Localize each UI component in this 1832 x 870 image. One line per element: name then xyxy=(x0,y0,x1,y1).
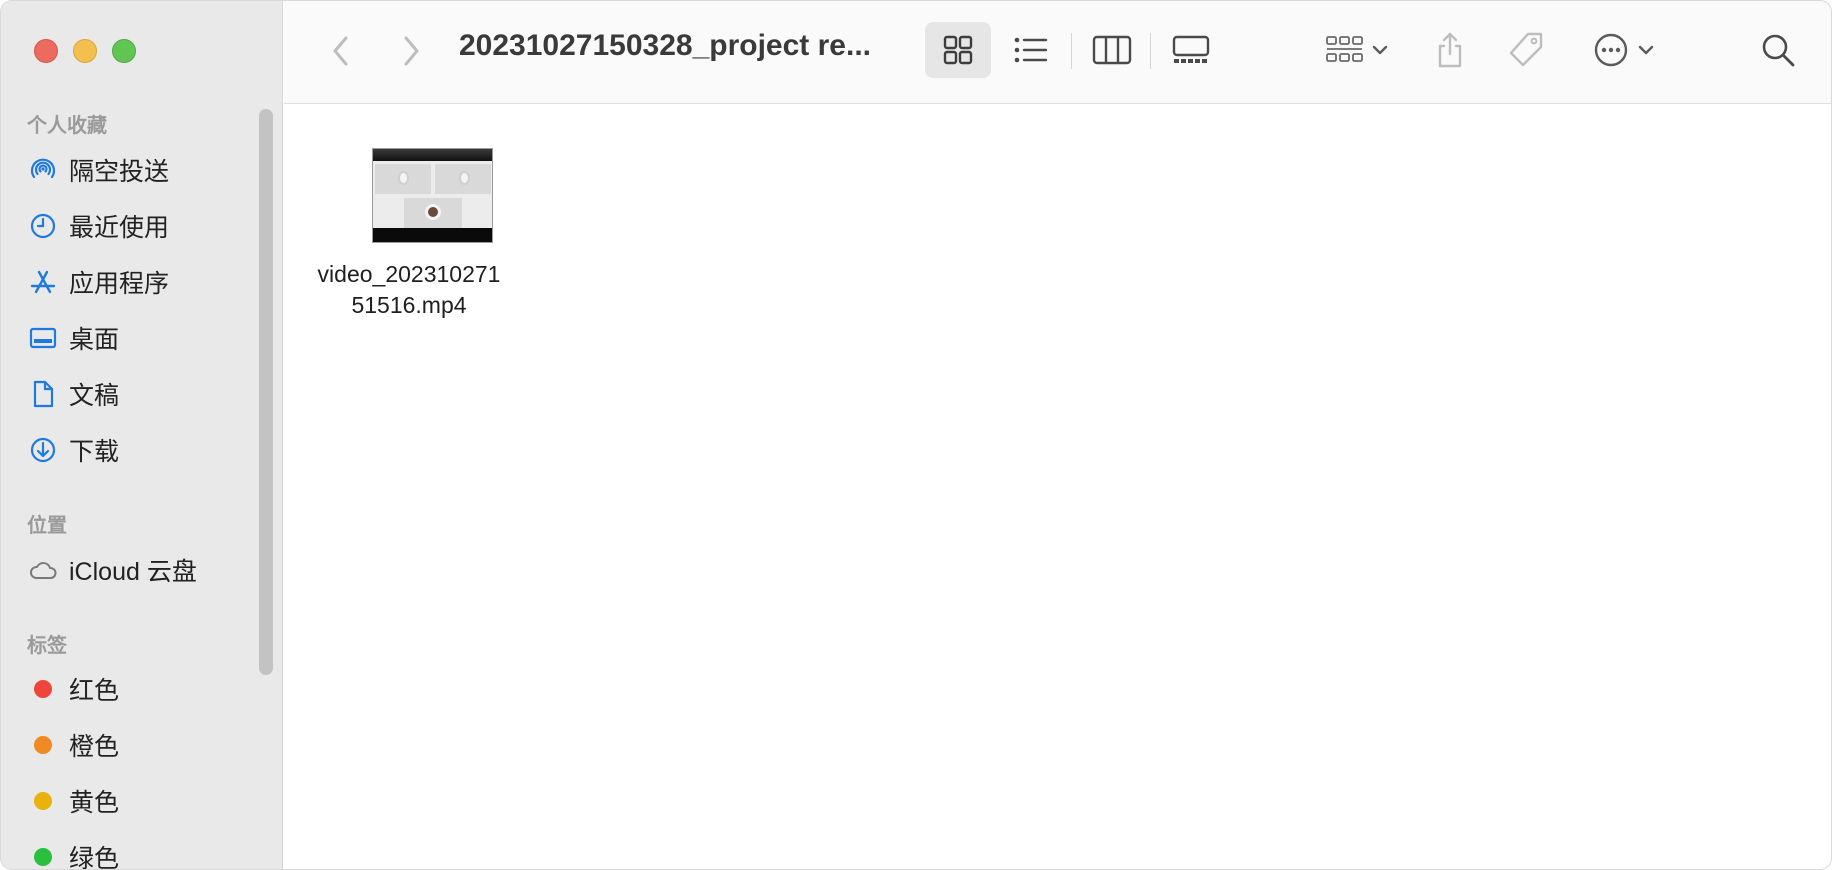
file-name-line: 51516.mp4 xyxy=(351,292,467,318)
sidebar-item-tag-green[interactable]: 绿色 xyxy=(27,835,257,870)
minimize-button[interactable] xyxy=(73,39,97,63)
tags-heading: 标签 xyxy=(27,635,67,657)
sidebar-item-documents[interactable]: 文稿 xyxy=(27,372,257,416)
file-name-line: video_202310271 xyxy=(317,261,501,287)
file-area[interactable]: video_202310271 51516.mp4 xyxy=(284,105,1831,869)
sidebar-item-tag-orange[interactable]: 橙色 xyxy=(27,723,257,767)
icon-view-button[interactable] xyxy=(925,22,991,78)
search-icon xyxy=(1762,34,1795,67)
forward-icon xyxy=(404,36,419,66)
video-thumbnail xyxy=(372,148,493,243)
sidebar-item-label: 绿色 xyxy=(69,845,120,870)
sidebar-item-downloads[interactable]: 下载 xyxy=(27,428,257,472)
back-button[interactable] xyxy=(321,31,361,71)
locations-heading: 位置 xyxy=(27,515,67,537)
sidebar-item-tag-red[interactable]: 红色 xyxy=(27,667,257,711)
sidebar-item-label: 隔空投送 xyxy=(69,158,170,186)
tag-color-dot-icon xyxy=(34,792,52,810)
sidebar-item-airdrop[interactable]: 隔空投送 xyxy=(27,148,257,192)
app-store-icon xyxy=(27,266,59,298)
sidebar-item-label: 文稿 xyxy=(69,382,120,410)
tag-color-dot-icon xyxy=(34,736,52,754)
list-view-button[interactable] xyxy=(998,22,1064,78)
sidebar: 个人收藏 隔空投送 最近使用 应用程序 桌面 文稿 下载 位置 iCloud 云… xyxy=(1,1,283,870)
tag-icon xyxy=(1509,32,1543,67)
group-icon xyxy=(1326,36,1363,62)
toolbar: 20231027150328_project re... xyxy=(284,1,1831,104)
search-button[interactable] xyxy=(1755,27,1801,73)
list-view-icon xyxy=(1014,37,1048,63)
sidebar-item-applications[interactable]: 应用程序 xyxy=(27,260,257,304)
window-controls xyxy=(34,39,136,63)
share-button[interactable] xyxy=(1424,22,1476,78)
window-title: 20231027150328_project re... xyxy=(459,29,871,62)
chevron-down-icon xyxy=(1638,45,1654,55)
icon-view-icon xyxy=(943,35,973,65)
sidebar-item-label: 橙色 xyxy=(69,733,120,761)
sidebar-item-label: 红色 xyxy=(69,677,120,705)
more-icon xyxy=(1594,33,1628,67)
gallery-view-button[interactable] xyxy=(1158,22,1224,78)
sidebar-item-recents[interactable]: 最近使用 xyxy=(27,204,257,248)
forward-button[interactable] xyxy=(391,31,431,71)
sidebar-item-tag-yellow[interactable]: 黄色 xyxy=(27,779,257,823)
sidebar-item-icloud[interactable]: iCloud 云盘 xyxy=(27,548,257,592)
gallery-view-icon xyxy=(1172,35,1210,63)
sidebar-item-label: 下载 xyxy=(69,438,120,466)
sidebar-item-label: 应用程序 xyxy=(69,270,170,298)
file-name: video_202310271 51516.mp4 xyxy=(304,259,514,321)
cloud-icon xyxy=(27,554,59,586)
tag-button[interactable] xyxy=(1498,22,1554,78)
back-icon xyxy=(333,36,348,66)
group-button[interactable] xyxy=(1312,22,1402,78)
download-icon xyxy=(27,434,59,466)
clock-icon xyxy=(27,210,59,242)
toolbar-divider xyxy=(1150,33,1151,69)
favorites-heading: 个人收藏 xyxy=(27,115,107,137)
column-view-button[interactable] xyxy=(1079,22,1145,78)
sidebar-item-label: iCloud 云盘 xyxy=(69,558,197,586)
sidebar-item-label: 黄色 xyxy=(69,789,120,817)
finder-window: 个人收藏 隔空投送 最近使用 应用程序 桌面 文稿 下载 位置 iCloud 云… xyxy=(0,0,1832,870)
share-icon xyxy=(1438,32,1462,68)
airdrop-icon xyxy=(27,154,59,186)
sidebar-item-label: 桌面 xyxy=(69,326,120,354)
sidebar-item-desktop[interactable]: 桌面 xyxy=(27,316,257,360)
desktop-icon xyxy=(27,322,59,354)
tag-color-dot-icon xyxy=(34,680,52,698)
column-view-icon xyxy=(1092,35,1132,65)
toolbar-divider xyxy=(1071,33,1072,69)
chevron-down-icon xyxy=(1372,45,1388,55)
tag-color-dot-icon xyxy=(34,848,52,866)
zoom-button[interactable] xyxy=(112,39,136,63)
close-button[interactable] xyxy=(34,39,58,63)
document-icon xyxy=(27,378,59,410)
more-actions-button[interactable] xyxy=(1584,22,1664,78)
sidebar-scrollbar[interactable] xyxy=(259,109,273,675)
sidebar-item-label: 最近使用 xyxy=(69,214,170,242)
